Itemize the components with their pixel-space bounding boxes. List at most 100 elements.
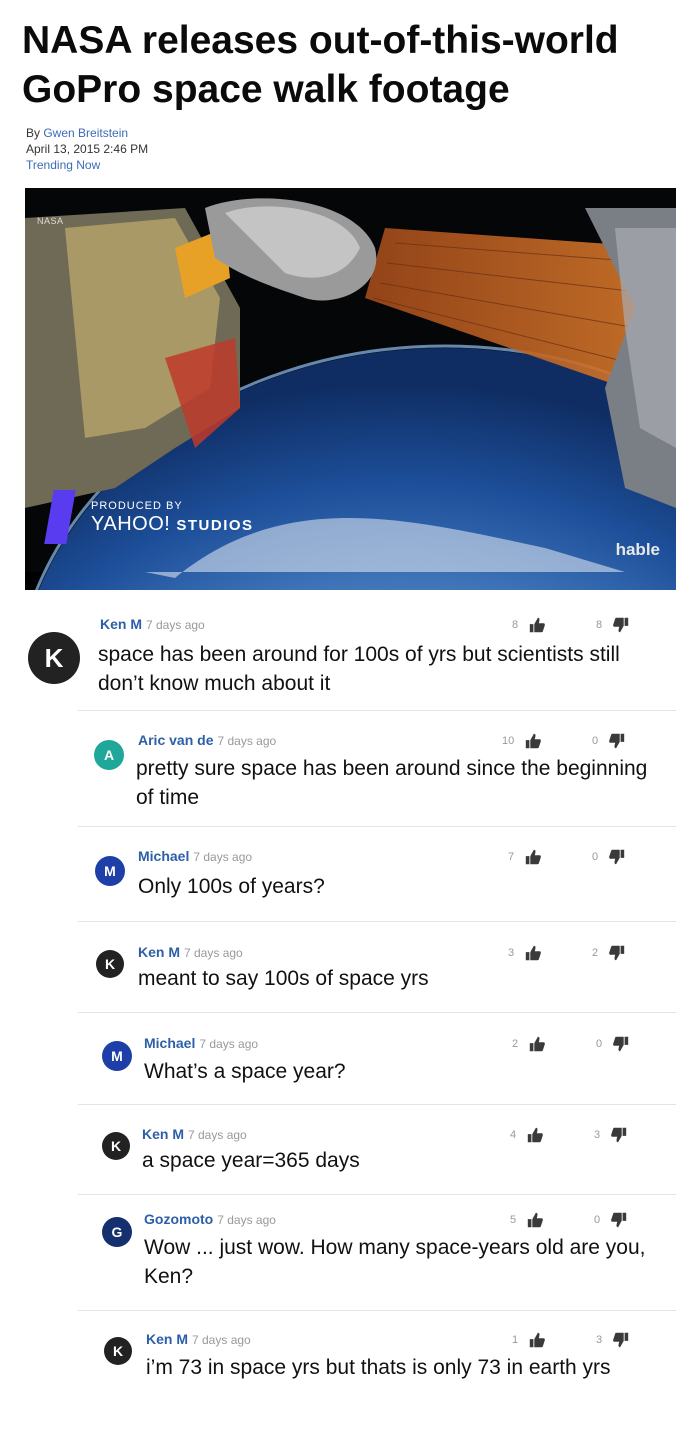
downvote-button[interactable]: 2	[592, 944, 626, 962]
comment-author-line: Michael 7 days ago	[138, 848, 252, 864]
upvote-button[interactable]: 7	[508, 848, 542, 866]
comment-author-line: Gozomoto 7 days ago	[144, 1211, 276, 1227]
produced-by-label: PRODUCED BY	[91, 500, 183, 512]
upvote-count: 4	[510, 1129, 517, 1141]
comment-timestamp: 7 days ago	[193, 850, 253, 864]
publish-date: April 13, 2015 2:46 PM	[26, 142, 149, 156]
upvote-button[interactable]: 5	[510, 1211, 544, 1229]
avatar[interactable]: K	[96, 950, 124, 978]
comment-timestamp: 7 days ago	[217, 734, 277, 748]
comment-timestamp: 7 days ago	[146, 618, 205, 632]
comment-text: pretty sure space has been around since …	[136, 757, 648, 809]
thumbs-up-icon	[529, 1036, 545, 1052]
thumbs-up-icon	[525, 945, 541, 961]
upvote-button[interactable]: 8	[512, 616, 546, 634]
article-title: NASA releases out-of-this-world GoPro sp…	[22, 19, 619, 111]
thumbs-down-icon	[613, 617, 629, 633]
downvote-count: 0	[594, 1214, 601, 1226]
thumbs-down-icon	[611, 1212, 627, 1228]
comment-divider	[78, 1310, 676, 1311]
comment-author-link[interactable]: Ken M	[142, 1126, 184, 1142]
upvote-count: 5	[510, 1214, 517, 1226]
upvote-count: 8	[512, 619, 519, 631]
avatar[interactable]: K	[104, 1337, 132, 1365]
thumbs-up-icon	[529, 617, 545, 633]
comment-text: a space year=365 days	[142, 1149, 360, 1172]
thumbs-up-icon	[527, 1212, 543, 1228]
section-link[interactable]: Trending Now	[26, 158, 100, 172]
downvote-count: 2	[592, 947, 599, 959]
thumbs-down-icon	[609, 945, 625, 961]
thumbs-up-icon	[529, 1332, 545, 1348]
comment-timestamp: 7 days ago	[184, 946, 243, 960]
avatar[interactable]: G	[102, 1217, 132, 1247]
downvote-button[interactable]: 8	[596, 616, 630, 634]
yahoo-studios-logo: YAHOO! STUDIOS	[91, 513, 254, 536]
comment-author-line: Ken M 7 days ago	[138, 944, 243, 960]
downvote-button[interactable]: 0	[592, 848, 626, 866]
studios-wordmark: STUDIOS	[176, 517, 254, 534]
yahoo-wordmark: YAHOO!	[91, 513, 171, 535]
thumbs-down-icon	[609, 849, 625, 865]
downvote-button[interactable]: 0	[596, 1035, 630, 1053]
comment-timestamp: 7 days ago	[188, 1128, 247, 1142]
comment-text: What’s a space year?	[144, 1060, 346, 1083]
downvote-count: 3	[596, 1334, 603, 1346]
author-link[interactable]: Gwen Breitstein	[43, 126, 128, 140]
comment-text: meant to say 100s of space yrs	[138, 967, 429, 990]
comment-author-link[interactable]: Gozomoto	[144, 1211, 213, 1227]
comment-author-line: Ken M 7 days ago	[100, 616, 205, 632]
comment-timestamp: 7 days ago	[192, 1333, 251, 1347]
avatar[interactable]: M	[102, 1041, 132, 1071]
byline-prefix: By	[26, 126, 44, 140]
avatar[interactable]: K	[102, 1132, 130, 1160]
downvote-button[interactable]: 3	[594, 1126, 628, 1144]
upvote-count: 2	[512, 1038, 519, 1050]
downvote-count: 0	[592, 851, 599, 863]
upvote-count: 3	[508, 947, 515, 959]
comment-divider	[78, 1104, 676, 1105]
upvote-button[interactable]: 3	[508, 944, 542, 962]
comment-author-line: Ken M 7 days ago	[142, 1126, 247, 1142]
downvote-button[interactable]: 3	[596, 1331, 630, 1349]
downvote-count: 3	[594, 1129, 601, 1141]
comment-divider	[78, 921, 676, 922]
video-player[interactable]: NASA PRODUCED BY YAHOO! STUDIOS hable	[25, 188, 676, 590]
mashable-watermark: hable	[615, 540, 660, 559]
avatar[interactable]: M	[95, 856, 125, 886]
comment-author-line: Ken M 7 days ago	[146, 1331, 251, 1347]
comment-text: Wow ... just wow. How many space-years o…	[144, 1236, 646, 1288]
thumbs-up-icon	[525, 849, 541, 865]
thumbs-down-icon	[609, 733, 625, 749]
avatar[interactable]: A	[94, 740, 124, 770]
thumbs-down-icon	[613, 1332, 629, 1348]
comment-author-line: Michael 7 days ago	[144, 1035, 258, 1051]
upvote-count: 10	[502, 735, 515, 747]
comment-author-link[interactable]: Michael	[138, 848, 189, 864]
downvote-count: 0	[592, 735, 599, 747]
comment-text: space has been around for 100s of yrs bu…	[98, 643, 620, 695]
thumbs-up-icon	[527, 1127, 543, 1143]
comment-author-link[interactable]: Aric van de	[138, 732, 213, 748]
comment-author-link[interactable]: Ken M	[146, 1331, 188, 1347]
downvote-button[interactable]: 0	[594, 1211, 628, 1229]
article-meta: By Gwen Breitstein April 13, 2015 2:46 P…	[26, 125, 148, 173]
upvote-count: 1	[512, 1334, 519, 1346]
comment-timestamp: 7 days ago	[199, 1037, 259, 1051]
comment-divider	[78, 710, 676, 711]
upvote-button[interactable]: 2	[512, 1035, 546, 1053]
comment-divider	[78, 826, 676, 827]
comment-author-link[interactable]: Michael	[144, 1035, 195, 1051]
upvote-button[interactable]: 1	[512, 1331, 546, 1349]
comment-text: i’m 73 in space yrs but thats is only 73…	[146, 1356, 611, 1379]
upvote-button[interactable]: 10	[502, 732, 542, 750]
comment-author-link[interactable]: Ken M	[100, 616, 142, 632]
downvote-button[interactable]: 0	[592, 732, 626, 750]
nasa-watermark: NASA	[37, 216, 64, 226]
upvote-button[interactable]: 4	[510, 1126, 544, 1144]
avatar[interactable]: K	[28, 632, 80, 684]
upvote-count: 7	[508, 851, 515, 863]
thumbs-up-icon	[526, 733, 542, 749]
comment-divider	[78, 1194, 676, 1195]
comment-author-link[interactable]: Ken M	[138, 944, 180, 960]
